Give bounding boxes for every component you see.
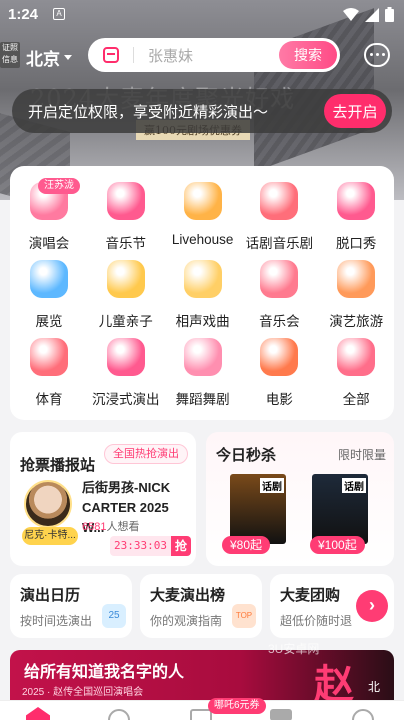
category-item[interactable]: 体育 (10, 326, 86, 407)
hot-shows-link[interactable]: 全国热抢演出 (104, 444, 188, 464)
message-icon[interactable] (364, 43, 390, 67)
search-input[interactable]: 张惠妹 (148, 45, 279, 66)
category-icon (30, 260, 68, 298)
category-icon (337, 260, 376, 298)
category-item[interactable]: 演唱会 汪苏泷 (10, 170, 86, 251)
category-icon (106, 338, 145, 376)
notification-icon: A (53, 8, 65, 20)
ranking-card[interactable]: 大麦演出榜 你的观演指南 TOP (140, 574, 262, 638)
category-label: 体育 (35, 392, 63, 407)
promo-line2: 2025 · 赵传全国巡回演唱会 (22, 687, 144, 698)
mini-card-subtitle: 超低价随时退 (280, 614, 353, 628)
mini-card-title: 大麦团购 (280, 587, 341, 604)
mini-card-subtitle: 按时间选演出 (20, 614, 93, 628)
bottom-tab-bar (0, 700, 404, 720)
category-item[interactable]: 脱口秀 (317, 170, 393, 251)
home-tab-icon[interactable] (26, 707, 50, 720)
tickets-tab-icon[interactable] (270, 709, 292, 720)
category-item[interactable]: 相声戏曲 (164, 248, 240, 329)
category-item[interactable]: 沉浸式演出 (87, 326, 163, 407)
category-icon (260, 182, 299, 220)
poster-tag: 话剧 (342, 478, 366, 493)
category-item[interactable]: 儿童亲子 (87, 248, 163, 329)
search-button[interactable]: 搜索 (279, 41, 337, 69)
promo-banner[interactable]: 给所有知道我名字的人 2025 · 赵传全国巡回演唱会 赵 北 (10, 650, 394, 700)
category-label: 舞蹈舞剧 (175, 392, 230, 407)
category-label: 沉浸式演出 (92, 392, 160, 407)
category-icon (183, 338, 222, 376)
flash-sale-card[interactable]: 今日秒杀 限时限量 话剧 ¥80起 话剧 ¥100起 (206, 432, 394, 566)
category-icon (260, 260, 299, 298)
category-item[interactable]: 全部 (317, 326, 393, 407)
calendar-icon: 25 (102, 604, 126, 628)
wifi-icon (343, 7, 359, 21)
category-label: 电影 (265, 392, 293, 407)
category-icon (183, 260, 222, 298)
category-icon (106, 260, 145, 298)
rush-ticket-card[interactable]: 抢票播报站 全国热抢演出 尼克·卡特... 后街男孩-NICK CARTER 2… (10, 432, 196, 566)
status-bar: 1:24 A (0, 0, 404, 30)
mini-card-subtitle: 你的观演指南 (150, 614, 223, 628)
system-icons (343, 7, 394, 22)
coupon-badge[interactable]: 哪吒6元券 (208, 698, 266, 714)
status-time: 1:24 (8, 6, 39, 23)
location-prompt: 开启定位权限，享受附近精彩演出～ 去开启 (12, 89, 392, 133)
watermark: 3U安卓网 (268, 642, 320, 656)
countdown-timer[interactable]: 23:33:03 抢 (110, 536, 191, 556)
category-icon (337, 182, 376, 220)
license-info-button[interactable]: 证照信息 (0, 42, 20, 68)
category-icon (260, 338, 299, 376)
show-calendar-card[interactable]: 演出日历 按时间选演出 25 (10, 574, 132, 638)
category-item[interactable]: 舞蹈舞剧 (164, 326, 240, 407)
signal-icon (365, 7, 379, 22)
caret-down-icon (64, 55, 72, 60)
search-divider (133, 47, 134, 63)
artist-name: 尼克·卡特... (22, 527, 78, 545)
grab-button[interactable]: 抢 (170, 536, 191, 556)
location-prompt-text: 开启定位权限，享受附近精彩演出～ (28, 103, 269, 121)
category-label: Livehouse (171, 232, 234, 247)
category-item[interactable]: 话剧音乐剧 (240, 170, 316, 251)
city-selector[interactable]: 北京 (26, 45, 72, 70)
ticket-icon (103, 47, 119, 63)
category-label: 全部 (342, 392, 370, 407)
flash-poster-1[interactable]: 话剧 (230, 474, 286, 544)
enable-location-button[interactable]: 去开启 (324, 94, 386, 128)
category-item[interactable]: 音乐会 (240, 248, 316, 329)
chevron-right-icon[interactable]: › (356, 590, 388, 622)
category-icon (337, 338, 376, 376)
promo-city: 北 (367, 680, 380, 694)
promo-big-char: 赵 (314, 661, 354, 700)
category-item[interactable]: 音乐节 (87, 170, 163, 251)
artist-avatar (24, 480, 72, 528)
flash-price-2: ¥100起 (310, 536, 365, 554)
category-grid: 演唱会 汪苏泷 音乐节 Livehouse 话剧音乐剧 脱口秀展览 儿童亲子 相声戏曲 音乐会演… (10, 166, 394, 420)
category-tag: 汪苏泷 (38, 178, 80, 194)
category-icon (30, 338, 68, 376)
promo-line1: 给所有知道我名字的人 (24, 664, 185, 681)
discover-tab-icon[interactable] (108, 709, 130, 720)
countdown-value: 23:33:03 (110, 536, 171, 556)
poster-tag: 话剧 (260, 478, 284, 493)
category-item[interactable]: Livehouse (164, 170, 240, 247)
mini-card-title: 演出日历 (20, 587, 81, 604)
category-item[interactable]: 展览 (10, 248, 86, 329)
trophy-icon: TOP (232, 604, 256, 628)
mini-card-title: 大麦演出榜 (150, 587, 226, 604)
profile-tab-icon[interactable] (352, 709, 374, 720)
rush-title: 抢票播报站 (20, 457, 96, 474)
search-bar[interactable]: 张惠妹 搜索 (88, 38, 340, 72)
category-item[interactable]: 演艺旅游 (317, 248, 393, 329)
category-icon (183, 182, 222, 220)
flash-sale-title: 今日秒杀 (216, 447, 277, 464)
want-count: 6581人想看 (82, 521, 140, 533)
battery-icon (385, 7, 394, 22)
flash-price-1: ¥80起 (222, 536, 271, 554)
flash-sale-limit: 限时限量 (337, 448, 386, 462)
flash-poster-2[interactable]: 话剧 (312, 474, 368, 544)
city-name: 北京 (26, 50, 60, 69)
category-item[interactable]: 电影 (240, 326, 316, 407)
category-icon (106, 182, 145, 220)
